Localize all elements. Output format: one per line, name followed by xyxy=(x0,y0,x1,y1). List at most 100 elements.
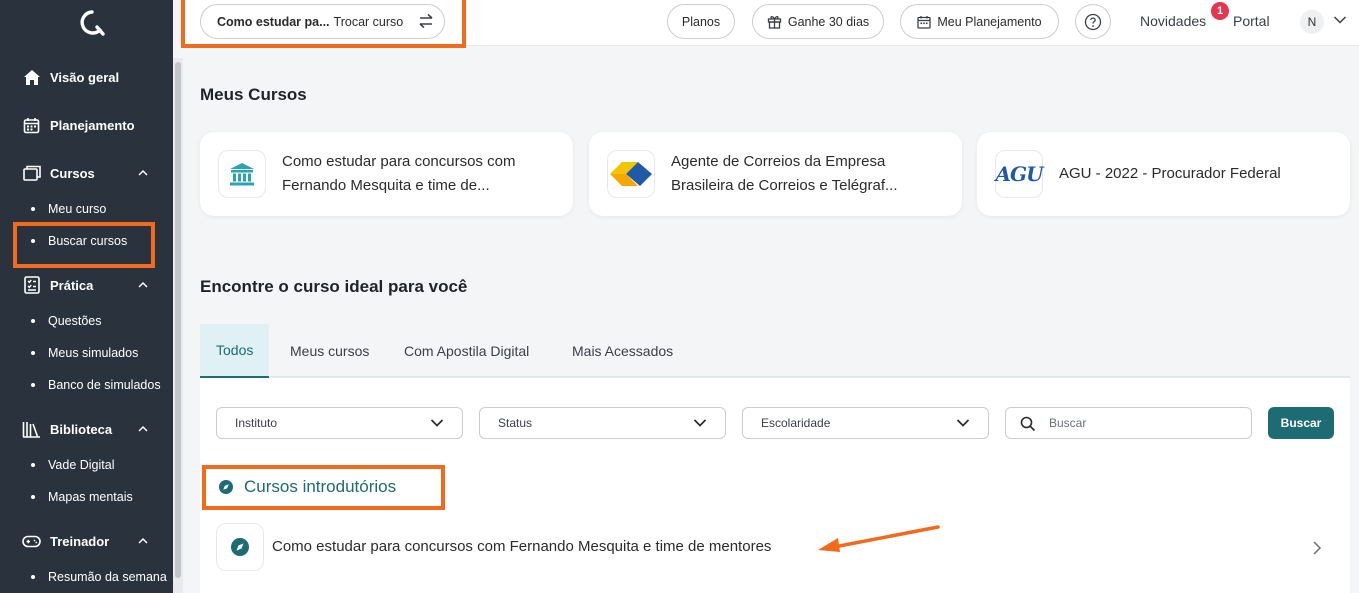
sidebar-item-questoes[interactable]: Questões xyxy=(31,312,102,330)
tab-todos[interactable]: Todos xyxy=(200,324,270,378)
bullet-icon xyxy=(31,239,35,243)
bullet-icon xyxy=(31,463,35,467)
course-card-title: Agente de Correios da Empresa Brasileira… xyxy=(671,153,898,194)
swap-arrows-icon xyxy=(419,13,433,29)
sidebar-item-label: Mapas mentais xyxy=(48,490,133,504)
library-icon xyxy=(22,420,41,439)
avatar[interactable]: N xyxy=(1300,10,1324,34)
intro-course-title: Como estudar para concursos com Fernando… xyxy=(272,538,772,555)
help-icon xyxy=(1084,13,1102,30)
chevron-up-icon[interactable] xyxy=(137,167,149,179)
compass-icon xyxy=(219,480,233,494)
my-planning-label: Meu Planejamento xyxy=(937,14,1042,29)
sidebar-item-label: Prática xyxy=(50,277,94,293)
sidebar-item-label: Vade Digital xyxy=(48,458,115,472)
agu-logo: AGU xyxy=(995,150,1044,198)
plans-button[interactable]: Planos xyxy=(667,4,735,39)
instituto-select[interactable]: Instituto xyxy=(216,407,463,439)
switch-course-label: Trocar curso xyxy=(333,14,404,29)
my-planning-button[interactable]: Meu Planejamento xyxy=(900,4,1059,39)
gamepad-icon xyxy=(22,532,41,551)
gift-icon xyxy=(767,16,781,29)
chevron-up-icon[interactable] xyxy=(137,535,149,547)
tab-meus-cursos[interactable]: Meus cursos xyxy=(290,324,369,378)
tab-mais-acessados[interactable]: Mais Acessados xyxy=(572,324,673,378)
sidebar-item-vade-digital[interactable]: Vade Digital xyxy=(31,456,114,474)
course-card[interactable]: AGU AGU - 2022 - Procurador Federal xyxy=(977,132,1350,216)
sidebar-item-label: Questões xyxy=(48,314,102,328)
search-input[interactable]: Buscar xyxy=(1005,407,1252,439)
sidebar-item-biblioteca[interactable]: Biblioteca xyxy=(22,418,112,440)
sidebar-item-label: Visão geral xyxy=(50,69,120,85)
sidebar-item-label: Resumão da semana xyxy=(48,570,167,584)
search-placeholder: Buscar xyxy=(1049,416,1087,430)
escolaridade-select[interactable]: Escolaridade xyxy=(742,407,989,439)
course-tabs: Todos Meus cursos Com Apostila Digital M… xyxy=(200,324,1350,378)
chevron-right-icon[interactable] xyxy=(1312,540,1322,556)
sidebar-item-label: Meu curso xyxy=(48,202,107,216)
help-button[interactable] xyxy=(1075,4,1111,39)
escolaridade-select-value: Escolaridade xyxy=(761,416,831,430)
course-card[interactable]: Como estudar para concursos com Fernando… xyxy=(200,132,573,216)
home-icon xyxy=(22,68,41,87)
sidebar: Visão geral Planejamento Cursos Meu curs… xyxy=(0,0,173,593)
course-card-title: Como estudar para concursos com Fernando… xyxy=(282,153,516,194)
sidebar-item-meus-simulados[interactable]: Meus simulados xyxy=(31,344,138,362)
courses-icon xyxy=(22,164,41,183)
compass-icon xyxy=(216,523,264,571)
bullet-icon xyxy=(31,351,35,355)
calendar-icon xyxy=(22,116,41,135)
sidebar-item-visao-geral[interactable]: Visão geral xyxy=(22,66,119,88)
sidebar-item-banco-de-simulados[interactable]: Banco de simulados xyxy=(31,376,161,394)
app-logo-icon[interactable] xyxy=(78,9,106,37)
news-link[interactable]: Novidades xyxy=(1140,13,1206,29)
status-select-value: Status xyxy=(498,416,533,430)
correios-logo xyxy=(607,150,655,198)
sidebar-item-meu-curso[interactable]: Meu curso xyxy=(31,200,106,218)
course-card-title: AGU - 2022 - Procurador Federal xyxy=(1059,165,1281,182)
sidebar-item-planejamento[interactable]: Planejamento xyxy=(22,114,135,136)
sidebar-item-label: Cursos xyxy=(50,165,95,181)
sidebar-item-label: Meus simulados xyxy=(48,346,139,360)
search-button[interactable]: Buscar xyxy=(1268,407,1334,439)
course-card[interactable]: Agente de Correios da Empresa Brasileira… xyxy=(589,132,962,216)
bullet-icon xyxy=(31,207,35,211)
annotation-arrow-icon xyxy=(818,525,940,552)
intro-courses-title: Cursos introdutórios xyxy=(244,477,397,496)
agu-logo-text: AGU xyxy=(995,162,1043,186)
chevron-down-icon xyxy=(430,419,444,427)
sidebar-item-label: Planejamento xyxy=(50,117,135,133)
bullet-icon xyxy=(31,383,35,387)
calendar-icon xyxy=(917,15,932,29)
sidebar-item-treinador[interactable]: Treinador xyxy=(22,530,109,552)
sidebar-item-label: Buscar cursos xyxy=(48,234,128,248)
tab-com-apostila-digital[interactable]: Com Apostila Digital xyxy=(404,324,529,378)
sidebar-item-mapas-mentais[interactable]: Mapas mentais xyxy=(31,488,133,506)
sidebar-item-pratica[interactable]: Prática xyxy=(22,274,93,296)
earn-30-days-label: Ganhe 30 dias xyxy=(787,14,870,29)
earn-30-days-button[interactable]: Ganhe 30 dias xyxy=(752,4,884,39)
instituto-select-value: Instituto xyxy=(235,416,278,430)
search-icon xyxy=(1020,416,1036,432)
sidebar-scrollbar-thumb[interactable] xyxy=(175,62,181,578)
chevron-down-icon[interactable] xyxy=(1333,15,1347,25)
bullet-icon xyxy=(31,495,35,499)
practice-icon xyxy=(22,276,41,295)
list-item[interactable]: Como estudar para concursos com Fernando… xyxy=(200,520,1350,576)
chevron-down-icon xyxy=(693,419,707,427)
sidebar-item-label: Banco de simulados xyxy=(48,378,161,392)
sidebar-item-buscar-cursos[interactable]: Buscar cursos xyxy=(31,232,127,250)
current-course-name: Como estudar pa... xyxy=(217,14,330,29)
chevron-up-icon[interactable] xyxy=(137,423,149,435)
sidebar-item-cursos[interactable]: Cursos xyxy=(22,162,95,184)
status-select[interactable]: Status xyxy=(479,407,726,439)
portal-link[interactable]: Portal xyxy=(1233,13,1270,29)
sidebar-item-resumao-da-semana[interactable]: Resumão da semana xyxy=(31,568,167,586)
institution-icon xyxy=(218,150,266,198)
find-course-heading: Encontre o curso ideal para você xyxy=(200,277,468,296)
chevron-up-icon[interactable] xyxy=(137,279,149,291)
sidebar-item-label: Treinador xyxy=(50,533,110,549)
bullet-icon xyxy=(31,575,35,579)
sidebar-item-label: Biblioteca xyxy=(50,421,113,437)
course-switch-button[interactable]: Como estudar pa... Trocar curso xyxy=(200,4,445,39)
